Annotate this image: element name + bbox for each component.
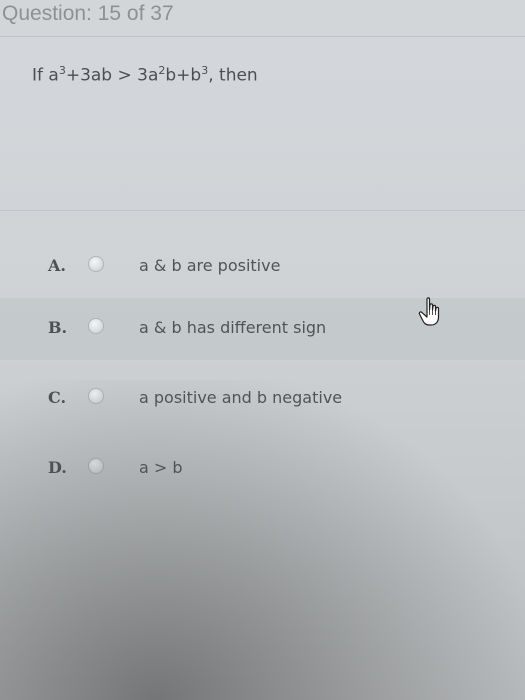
question-header: Question: 15 of 37 [0,0,525,37]
option-letter: A. [48,256,66,275]
radio-button-a[interactable] [88,256,104,272]
hand-pointer-icon [418,297,440,326]
option-text: a & b has different sign [139,318,327,337]
option-text: a positive and b negative [139,388,343,407]
question-mid-1: +3ab > 3a [65,65,159,86]
answer-option-d[interactable]: D. a > b [0,438,525,500]
question-mid-2: b+b [165,65,202,86]
question-counter: Question: 15 of 37 [2,2,174,25]
option-letter: C. [48,388,67,407]
question-suffix: , then [208,65,258,86]
divider [0,210,525,211]
option-text: a > b [139,458,183,477]
radio-button-b[interactable] [88,318,104,334]
question-sup-1: 3 [58,64,66,77]
question-text: If a3+3ab > 3a2b+b3, then [32,64,258,86]
option-letter: B. [48,318,68,337]
answer-option-b[interactable]: B. a & b has different sign [0,298,525,360]
radio-button-c[interactable] [88,388,104,404]
answer-option-a[interactable]: A. a & b are positive [0,236,525,298]
answer-option-c[interactable]: C. a positive and b negative [0,368,525,430]
option-text: a & b are positive [139,256,281,275]
option-letter: D. [48,458,67,477]
question-prefix: If a [32,65,59,86]
radio-button-d[interactable] [88,458,104,474]
